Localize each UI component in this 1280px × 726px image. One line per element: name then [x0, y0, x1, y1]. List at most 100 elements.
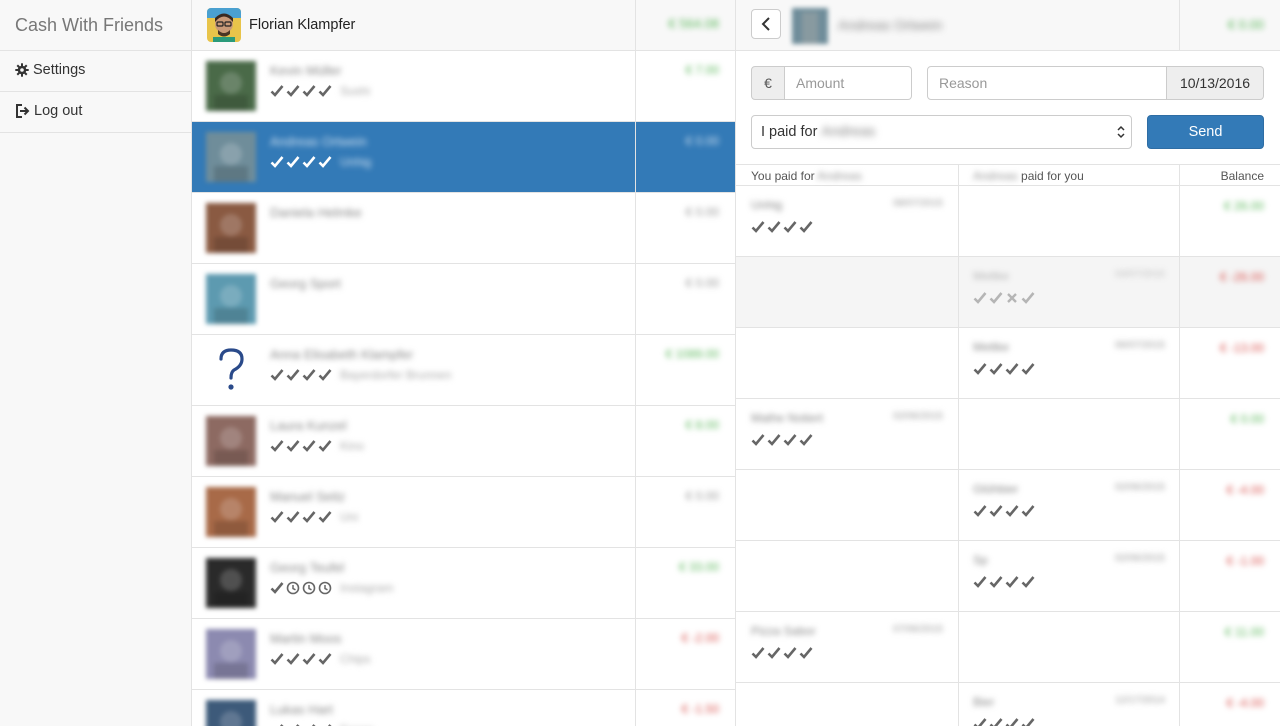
- check-icon: [302, 369, 316, 381]
- check-icon: [799, 434, 813, 446]
- check-icon: [318, 440, 332, 452]
- check-icon: [989, 718, 1003, 726]
- app: Cash With Friends Settings Log out Flori…: [0, 0, 1280, 726]
- friend-list-item[interactable]: Kevin Müller Sushi € 7.00: [192, 51, 735, 122]
- friend-list-item[interactable]: Lukas HartEssen€ -1.50: [192, 690, 735, 726]
- avatar: [206, 61, 256, 111]
- friend-list-item[interactable]: Martin Moos Chips € -2.00: [192, 619, 735, 690]
- last-reason: Sushi: [340, 84, 371, 98]
- check-icon: [1021, 292, 1035, 304]
- check-icon: [318, 85, 332, 97]
- check-icon: [1021, 505, 1035, 517]
- friend-list-item[interactable]: Georg Sport € 0.00: [192, 264, 735, 335]
- check-icon: [286, 369, 300, 381]
- friend-list-item[interactable]: Andreas Ortwein Unhig € 0.00: [192, 122, 735, 193]
- transaction-row[interactable]: Glühbier 02/06/2015 € -4.00: [736, 470, 1280, 541]
- transaction-reason: Pizza Sabor: [751, 624, 816, 638]
- check-icon: [1021, 576, 1035, 588]
- column-divider: [958, 165, 959, 726]
- friend-amount: € 0.00: [685, 489, 719, 503]
- running-balance: € -26.00: [1219, 270, 1264, 284]
- check-icon: [302, 85, 316, 97]
- status-ticks: [751, 220, 813, 234]
- transaction-row[interactable]: Pizza Sabor 07/06/2015 € 11.00: [736, 612, 1280, 683]
- reason-input[interactable]: Reason: [927, 66, 1167, 100]
- friend-amount: € -2.00: [681, 631, 719, 645]
- check-icon: [318, 369, 332, 381]
- check-icon: [1021, 718, 1035, 726]
- transaction-row[interactable]: Unhig 08/07/2015 € 26.00: [736, 186, 1280, 257]
- status-ticks: Bayerdorfer Brunnen: [270, 368, 451, 382]
- check-icon: [286, 156, 300, 168]
- check-icon: [989, 292, 1003, 304]
- transaction-cell: Pizza Sabor 07/06/2015: [736, 612, 958, 683]
- transaction-row[interactable]: Bier 12/17/2014 € -4.00: [736, 683, 1280, 726]
- friend-amount: € 7.00: [685, 63, 719, 77]
- friend-name: Georg Teufel: [270, 560, 345, 575]
- friend-name: Kevin Müller: [270, 63, 342, 78]
- running-balance: € -1.00: [1226, 554, 1264, 568]
- chevron-left-icon: [761, 17, 770, 31]
- payment-form: € Amount Reason 10/13/2016 I paid for An…: [736, 51, 1280, 165]
- friend-amount: € 0.00: [685, 205, 719, 219]
- check-icon: [799, 221, 813, 233]
- sidebar-item-label: Settings: [33, 62, 86, 78]
- friend-amount: € 1089.00: [665, 347, 719, 361]
- transaction-cell: Mathe Notiert 02/06/2015: [736, 399, 958, 470]
- friend-name: Lukas Hart: [270, 702, 333, 717]
- friend-amount: € 33.00: [678, 560, 719, 574]
- sidebar-item-logout[interactable]: Log out: [0, 92, 191, 133]
- running-balance: € -13.00: [1219, 341, 1264, 355]
- cross-icon: [1007, 293, 1017, 303]
- avatar: [206, 274, 256, 324]
- transaction-date: 02/06/2015: [892, 411, 943, 422]
- sidebar-item-settings[interactable]: Settings: [0, 51, 191, 92]
- avatar: [206, 629, 256, 679]
- current-user-name: Florian Klampfer: [249, 17, 356, 33]
- check-icon: [989, 363, 1003, 375]
- check-icon: [989, 576, 1003, 588]
- transaction-reason: Mathe Notiert: [751, 411, 824, 425]
- transaction-row[interactable]: Mathe Notiert 02/06/2015 € 0.00: [736, 399, 1280, 470]
- friend-list-item[interactable]: Manuel Seitz Uni € 0.00: [192, 477, 735, 548]
- transaction-row[interactable]: Mettke 06/07/2015 € -13.00: [736, 328, 1280, 399]
- send-button[interactable]: Send: [1147, 115, 1264, 149]
- status-ticks: [973, 362, 1035, 376]
- friend-list-item[interactable]: Laura Kunzel Kino € 8.00: [192, 406, 735, 477]
- column-label: You paid for: [751, 169, 815, 183]
- select-friend-name: Andreas: [821, 124, 876, 140]
- check-icon: [1005, 363, 1019, 375]
- reason-group: Reason 10/13/2016: [927, 66, 1264, 100]
- gear-icon: [15, 63, 29, 77]
- check-icon: [989, 505, 1003, 517]
- status-ticks: [973, 717, 1035, 726]
- friend-list-item[interactable]: Daniela Helmke € 0.00: [192, 193, 735, 264]
- amount-input[interactable]: Amount: [785, 66, 912, 100]
- last-reason: Kino: [340, 439, 365, 453]
- select-prefix: I paid for: [761, 124, 818, 140]
- transaction-reason: Unhig: [751, 198, 783, 212]
- transaction-row[interactable]: Sp 02/06/2015 € -1.00: [736, 541, 1280, 612]
- transaction-cell: Mettke 06/07/2015: [958, 328, 1180, 399]
- avatar[interactable]: [207, 8, 241, 42]
- friend-amount: € -1.50: [681, 702, 719, 716]
- avatar: [206, 487, 256, 537]
- detail-header: Andreas Ortwein € 0.00: [736, 0, 1280, 51]
- check-icon: [973, 292, 987, 304]
- friend-name: Manuel Seitz: [270, 489, 346, 504]
- column-divider: [635, 0, 636, 726]
- date-field[interactable]: 10/13/2016: [1167, 66, 1264, 100]
- brand-title[interactable]: Cash With Friends: [0, 0, 191, 51]
- friend-list-item[interactable]: Georg Teufel Instagram € 33.00: [192, 548, 735, 619]
- payer-select[interactable]: I paid for Andreas: [751, 115, 1132, 149]
- column-you-paid: You paid for Andreas: [751, 169, 862, 183]
- transaction-row[interactable]: Mettke 03/07/2015 € -26.00: [736, 257, 1280, 328]
- check-icon: [767, 434, 781, 446]
- status-ticks: Instagram: [270, 581, 393, 595]
- check-icon: [270, 582, 284, 594]
- last-reason: Bayerdorfer Brunnen: [340, 368, 452, 382]
- back-button[interactable]: [751, 9, 781, 39]
- check-icon: [973, 718, 987, 726]
- friend-list-item[interactable]: Anna Elisabeth Klampfer Bayerdorfer Brunn…: [192, 335, 735, 406]
- transaction-cell: Unhig 08/07/2015: [736, 186, 958, 257]
